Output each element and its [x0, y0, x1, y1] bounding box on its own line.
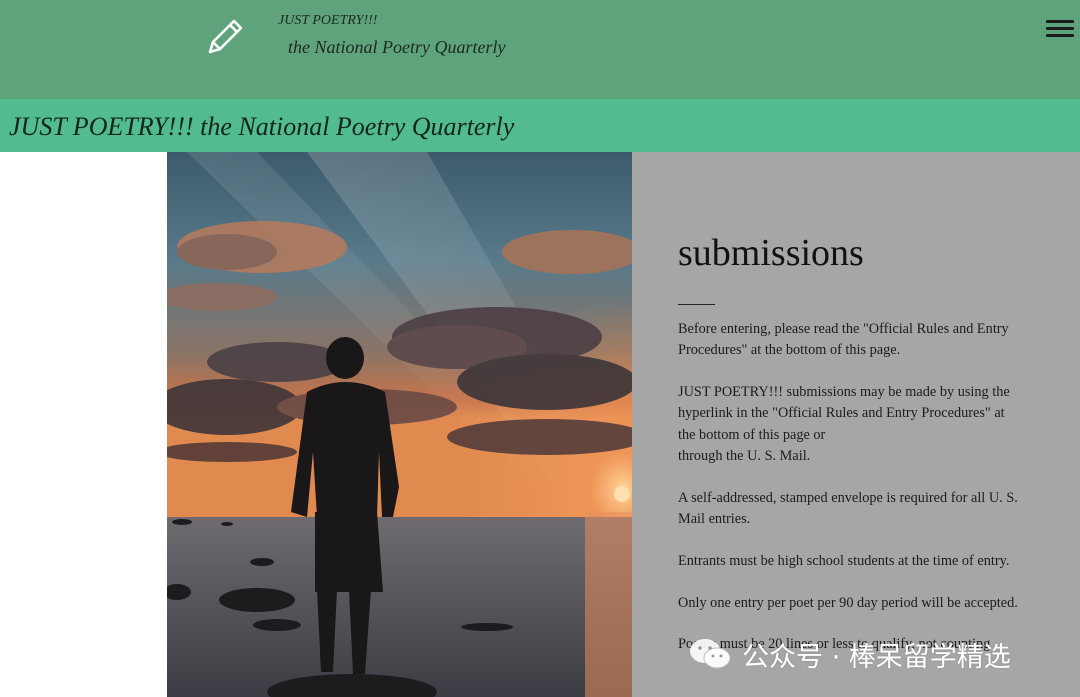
heading-divider — [678, 304, 715, 305]
paragraph-hyperlink-submissions: JUST POETRY!!! submissions may be made b… — [678, 384, 1010, 443]
page-title: JUST POETRY!!! the National Poetry Quart… — [9, 112, 515, 141]
wechat-icon — [690, 639, 731, 669]
paragraph-eligibility: Entrants must be high school students at… — [678, 552, 1010, 569]
pencil-icon[interactable] — [204, 14, 248, 58]
watermark: 公众号 · 棒呆留学精选 — [688, 634, 1011, 674]
paragraph-read-rules: Before entering, please read the "Offici… — [678, 321, 1009, 359]
paragraph-sase-required: A self-addressed, stamped envelope is re… — [678, 489, 1018, 528]
paragraph-us-mail: through the U. S. Mail. — [678, 447, 811, 464]
hamburger-menu-icon[interactable] — [1046, 20, 1074, 42]
paragraph-entry-limit: Only one entry per poet per 90 day perio… — [678, 594, 1018, 611]
top-navigation-bar: JUST POETRY!!! the National Poetry Quart… — [0, 0, 1080, 99]
sunset-photo — [167, 152, 632, 697]
submissions-heading: submissions — [678, 232, 864, 274]
watermark-text: 公众号 · 棒呆留学精选 — [742, 641, 1011, 673]
brand-tagline[interactable]: the National Poetry Quarterly — [288, 37, 505, 58]
submissions-panel: submissions Before entering, please read… — [632, 152, 1080, 697]
hero-image — [167, 152, 632, 697]
submissions-text: Before entering, please read the "Offici… — [678, 319, 1018, 676]
brand-name[interactable]: JUST POETRY!!! — [278, 13, 377, 29]
